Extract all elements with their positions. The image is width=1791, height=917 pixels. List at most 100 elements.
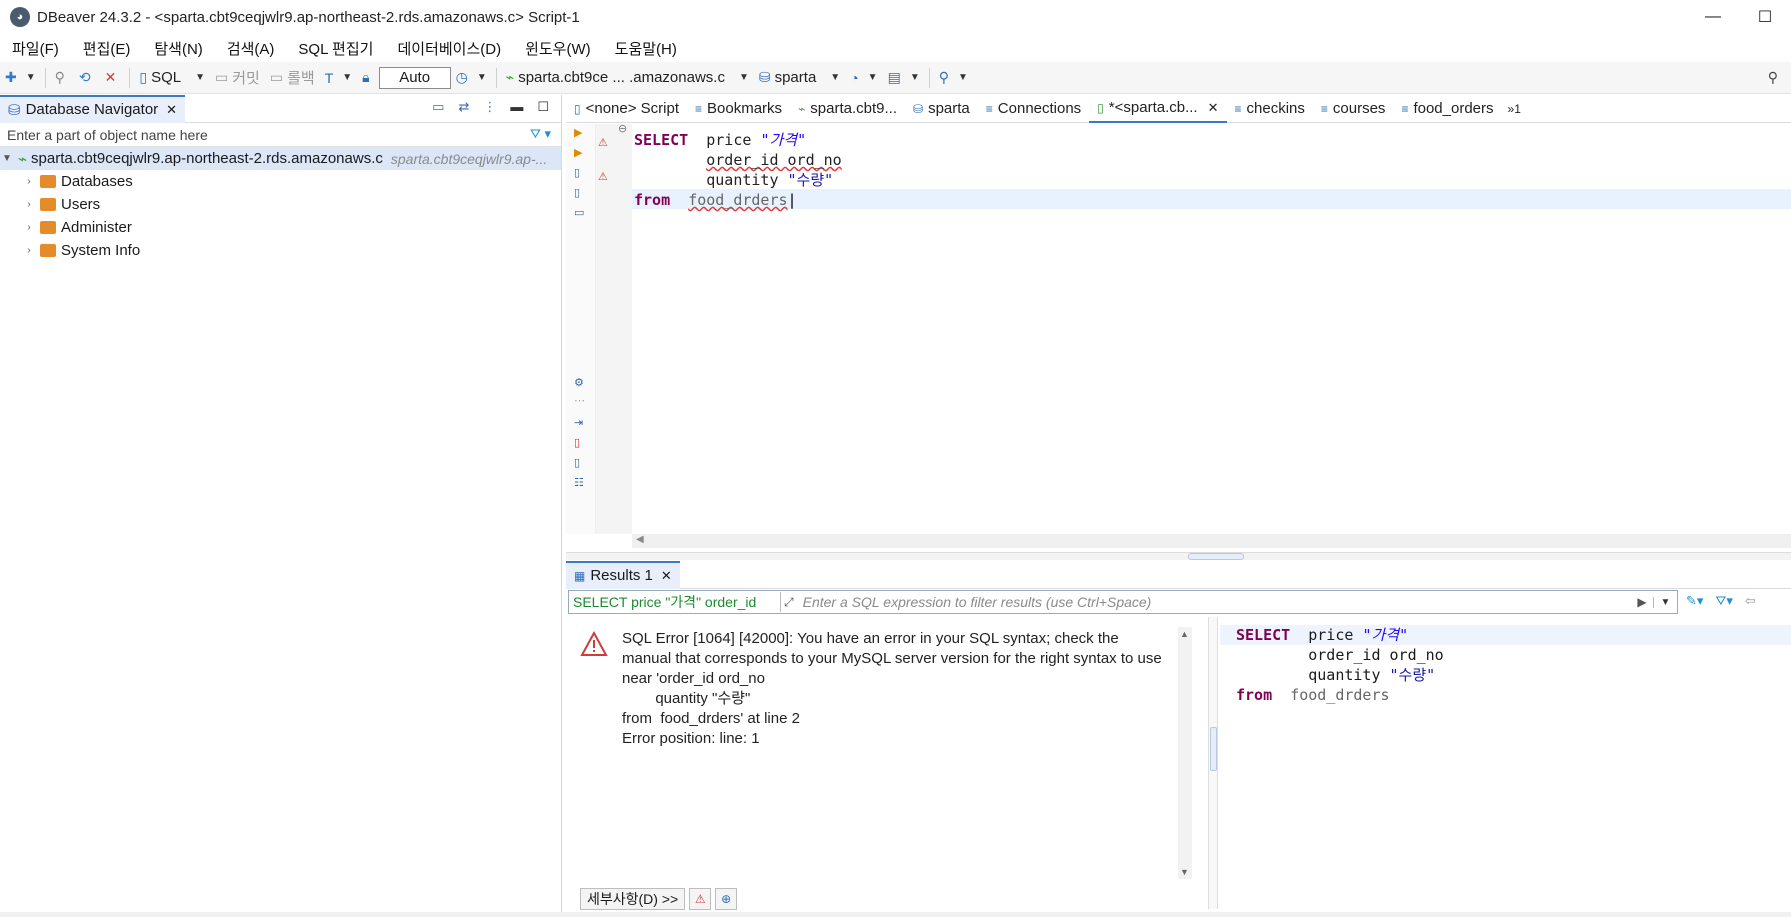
dashboard-button[interactable]: ◔ ▼ <box>845 62 882 94</box>
export-icon[interactable]: ⇥ <box>574 416 583 429</box>
filter-icon[interactable]: ⛛ ▾ <box>530 126 551 142</box>
maximize-button[interactable]: ☐ <box>1739 0 1791 34</box>
filter-icon[interactable]: ⛛▾ <box>1715 593 1732 609</box>
filter-history-icon[interactable]: ▼ <box>1653 596 1677 608</box>
search-button[interactable]: ⚲ ▼ <box>934 62 973 94</box>
history-icon: ◷ <box>455 69 468 85</box>
global-search-button[interactable]: ⚲ <box>1763 62 1787 94</box>
tab-results-1[interactable]: ▦ Results 1 ✕ <box>566 560 680 589</box>
rollback-button[interactable]: ▭ 롤백 <box>265 62 320 94</box>
tab-connection[interactable]: ⌁ sparta.cbt9... <box>790 95 905 123</box>
chevron-right-icon[interactable]: › <box>22 245 36 256</box>
chevron-down-icon: ▼ <box>867 72 878 83</box>
menu-database[interactable]: 데이터베이스(D) <box>385 38 513 59</box>
divider-handle[interactable] <box>1210 727 1217 771</box>
settings-icon[interactable]: ⚙ <box>574 376 584 389</box>
execute-statement-icon[interactable]: ▶ <box>574 126 582 139</box>
explain-plan-icon[interactable]: ▯ <box>574 166 580 179</box>
lock-file-icon[interactable]: ▯ <box>574 436 580 449</box>
close-icon[interactable]: ✕ <box>166 102 177 118</box>
tree-item-system-info[interactable]: › System Info <box>0 239 561 262</box>
sql-editor-button[interactable]: ▯ SQL ▼ <box>134 62 210 94</box>
minimize-icon[interactable]: ▬ <box>510 99 523 115</box>
tree-item-databases[interactable]: › Databases <box>0 170 561 193</box>
chevron-right-icon[interactable]: › <box>22 222 36 233</box>
outline-icon[interactable]: ☷ <box>574 476 584 489</box>
load-script-icon[interactable]: ▯ <box>574 186 580 199</box>
active-schema-selector[interactable]: ⛁ sparta ▼ <box>754 62 845 94</box>
chevron-right-icon[interactable]: › <box>22 176 36 187</box>
fold-icon[interactable]: ⊖ <box>618 122 627 135</box>
error-vertical-scrollbar[interactable]: ▲ ▼ <box>1178 627 1192 879</box>
view-menu-icon[interactable]: ⋮ <box>483 99 496 115</box>
apply-filter-icon[interactable]: ▶ <box>1631 595 1653 609</box>
menu-edit[interactable]: 편집(E) <box>71 38 143 59</box>
commit-button[interactable]: ▭ 커밋 <box>210 62 265 94</box>
new-connection-button[interactable]: ✚ ▼ <box>0 62 41 94</box>
sql-editor[interactable]: ▶ ▶ ▯ ▯ ▭ ⚙ ⋯ ⇥ ▯ ▯ ☷ ⚠ ⚠ ⊖ SELECT price… <box>566 122 1791 554</box>
reconnect-button[interactable]: ⟲ <box>74 62 100 94</box>
transaction-icon: T <box>324 69 334 86</box>
erd-button[interactable]: ▤ ▼ <box>883 62 925 94</box>
tree-item-connection[interactable]: ▼ ⌁ sparta.cbt9ceqjwlr9.ap-northeast-2.r… <box>0 147 561 170</box>
execute-script-icon[interactable]: ▶ <box>574 146 582 159</box>
menu-file[interactable]: 파일(F) <box>0 38 71 59</box>
collapse-all-icon[interactable]: ▭ <box>432 99 444 115</box>
menu-help[interactable]: 도움말(H) <box>603 38 689 59</box>
tab-database-navigator[interactable]: ⛁ Database Navigator ✕ <box>0 94 186 123</box>
help-circle-icon[interactable]: ⊕ <box>715 888 738 910</box>
menu-navigate[interactable]: 탐색(N) <box>142 38 214 59</box>
editor-horizontal-scrollbar[interactable]: ◀ <box>632 534 1791 548</box>
tab-label: sparta <box>928 100 970 117</box>
eraser-icon[interactable]: ✎▾ <box>1686 593 1703 609</box>
chevron-down-icon[interactable]: ▼ <box>0 153 14 164</box>
tab-bookmarks[interactable]: ≡ Bookmarks <box>687 95 790 123</box>
tree-item-administer[interactable]: › Administer <box>0 216 561 239</box>
active-connection-selector[interactable]: ⌁ sparta.cbt9ce ... .amazonaws.c ▼ <box>501 62 754 94</box>
history-button[interactable]: ◷ ▼ <box>451 62 492 94</box>
query-text-chip[interactable]: SELECT price "가격" order_id <box>569 592 781 612</box>
scroll-left-icon[interactable]: ◀ <box>636 534 644 545</box>
title-bar: ◕ DBeaver 24.3.2 - <sparta.cbt9ceqjwlr9.… <box>0 0 1791 34</box>
tab-connections[interactable]: ≡ Connections <box>978 95 1089 123</box>
splitter-handle[interactable] <box>1188 553 1244 560</box>
object-name-filter-input[interactable] <box>0 123 500 146</box>
menu-search[interactable]: 검색(A) <box>215 38 287 59</box>
connect-button[interactable]: ⚲ <box>50 62 74 94</box>
results-filter-input[interactable] <box>796 592 1631 612</box>
menu-window[interactable]: 윈도우(W) <box>513 38 603 59</box>
tab-checkins[interactable]: ≡ checkins <box>1227 95 1313 123</box>
tree-item-users[interactable]: › Users <box>0 193 561 216</box>
details-button[interactable]: 세부사항(D) >> <box>580 888 686 910</box>
error-log-icon[interactable]: ⚠ <box>689 888 712 910</box>
tab-overflow-button[interactable]: »1 <box>1502 102 1527 116</box>
tab-sparta[interactable]: ⛁ sparta <box>905 95 978 123</box>
main-toolbar: ✚ ▼ ⚲ ⟲ ✕ ▯ SQL ▼ ▭ 커밋 ▭ 롤백 T ▼ 🔒︎ Auto ◷ ▼ ⌁… <box>0 62 1791 94</box>
tab-food-orders[interactable]: ≡ food_orders <box>1393 95 1501 123</box>
auto-commit-mode[interactable]: Auto <box>378 66 451 89</box>
editor-results-splitter[interactable] <box>566 552 1791 560</box>
menu-sql-editor[interactable]: SQL 편집기 <box>286 38 385 59</box>
more-icon[interactable]: ⋯ <box>574 394 585 407</box>
output-icon[interactable]: ▭ <box>574 206 584 219</box>
minimize-button[interactable]: — <box>1687 0 1739 34</box>
disconnect-button[interactable]: ✕ <box>100 62 126 94</box>
maximize-icon[interactable]: ☐ <box>537 99 549 115</box>
scroll-up-icon[interactable]: ▲ <box>1180 629 1189 639</box>
results-pane-divider[interactable] <box>1208 617 1218 909</box>
close-icon[interactable]: ✕ <box>661 568 672 584</box>
link-editor-icon[interactable]: ⇄ <box>458 99 469 115</box>
tab-none-script[interactable]: ▯ <none> Script <box>566 95 687 123</box>
back-icon[interactable]: ⇦ <box>1745 593 1756 609</box>
tab-courses[interactable]: ≡ courses <box>1313 95 1394 123</box>
lock-button[interactable]: 🔒︎ <box>357 62 378 94</box>
chevron-right-icon[interactable]: › <box>22 199 36 210</box>
format-icon[interactable]: ▯ <box>574 456 580 469</box>
tree-item-label: Users <box>61 196 101 213</box>
close-icon[interactable]: ✕ <box>1208 100 1219 116</box>
plug-add-icon: ✚ <box>5 69 17 85</box>
expand-icon[interactable]: ⤢ <box>781 595 797 610</box>
tab-script-1-active[interactable]: ▯ *<sparta.cb... ✕ <box>1089 94 1227 123</box>
transaction-mode-button[interactable]: T ▼ <box>320 62 357 94</box>
scroll-down-icon[interactable]: ▼ <box>1180 867 1189 877</box>
